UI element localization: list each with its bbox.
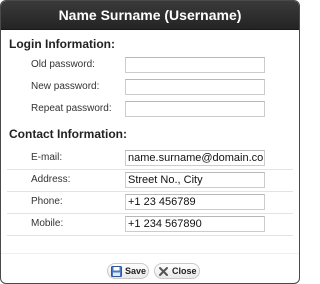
contact-section-title: Contact Information: <box>9 127 127 141</box>
phone-field[interactable]: +1 23 456789 <box>125 194 265 210</box>
row-divider <box>7 213 293 214</box>
close-icon <box>158 266 169 277</box>
mobile-label: Mobile: <box>31 218 64 229</box>
new-password-field[interactable] <box>125 79 265 95</box>
save-button-label: Save <box>125 266 147 276</box>
user-profile-dialog: Name Surname (Username) Login Informatio… <box>0 0 300 284</box>
email-field[interactable]: name.surname@domain.com <box>125 150 265 166</box>
repeat-password-field[interactable] <box>125 101 265 117</box>
address-label: Address: <box>31 174 71 185</box>
repeat-password-label: Repeat password: <box>31 103 112 114</box>
login-section-title: Login Information: <box>9 37 115 51</box>
dialog-title: Name Surname (Username) <box>1 1 299 30</box>
old-password-field[interactable] <box>125 57 265 73</box>
close-button[interactable]: Close <box>154 263 200 279</box>
footer-divider <box>1 253 299 254</box>
email-label: E-mail: <box>31 152 63 163</box>
floppy-disk-icon <box>111 265 122 277</box>
mobile-field[interactable]: +1 234 567890 <box>125 216 265 232</box>
row-divider <box>7 235 293 236</box>
address-field[interactable]: Street No., City <box>125 172 265 188</box>
close-button-label: Close <box>172 266 197 276</box>
row-divider <box>7 169 293 170</box>
row-divider <box>7 191 293 192</box>
phone-label: Phone: <box>31 196 63 207</box>
new-password-label: New password: <box>31 81 100 92</box>
old-password-label: Old password: <box>31 59 95 70</box>
save-button[interactable]: Save <box>107 263 149 279</box>
